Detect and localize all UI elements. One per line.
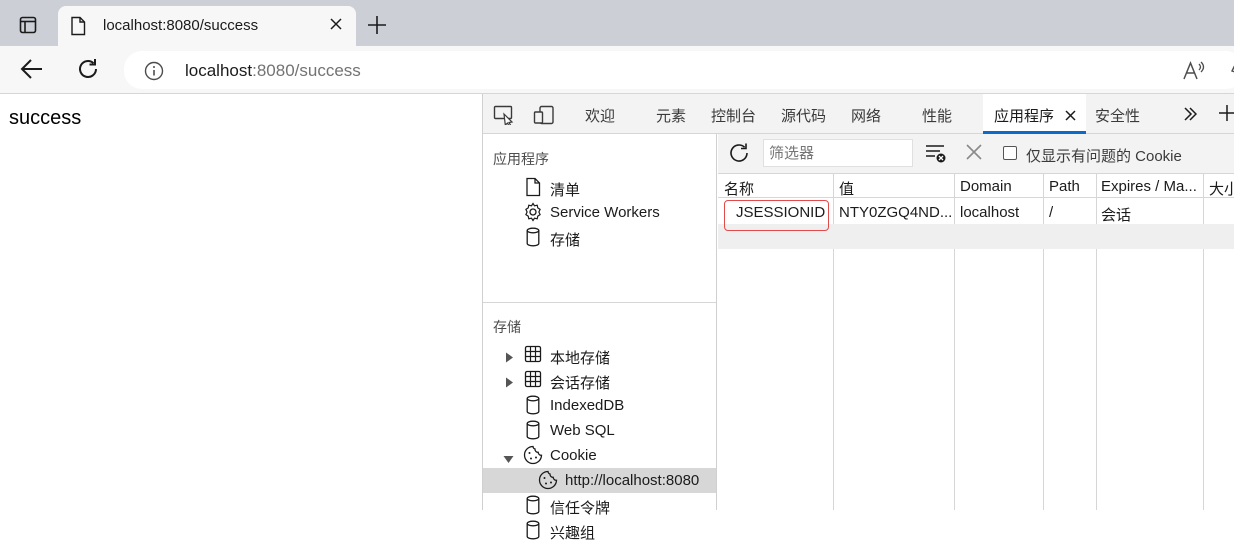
sidebar-item-manifest[interactable]: 清单 [483,175,716,200]
grid-icon [524,370,542,393]
url-field[interactable]: localhost:8080/success [124,51,1234,89]
sidebar-item-label: Service Workers [550,204,660,221]
cell-value: NTY0ZGQ4ND... [839,204,951,221]
sidebar-item-session-storage[interactable]: 会话存储 [483,368,716,393]
sidebar-item-label: IndexedDB [550,397,625,414]
gear-icon [523,202,543,227]
sidebar-item-storage[interactable]: 存储 [483,225,716,250]
devtools-toolbar: 欢迎 元素 控制台 源代码 网络 性能 应用程序 安全性 [483,94,1234,134]
tab-performance[interactable]: 性能 [922,105,952,126]
database-icon [526,227,540,252]
sidebar-item-label: 存储 [550,232,581,249]
highlight-annotation [724,200,829,231]
plus-icon[interactable] [1218,104,1234,127]
device-icon[interactable] [533,105,555,130]
sidebar-item-label: 本地存储 [550,350,611,367]
tab-application[interactable]: 应用程序 [994,105,1054,126]
sidebar-item-cookie[interactable]: Cookie [483,443,716,468]
sidebar-item-label: 信任令牌 [550,500,611,517]
column-header-size[interactable]: 大小 [1209,178,1234,199]
sidebar-item-web-sql[interactable]: Web SQL [483,418,716,443]
column-header-path[interactable]: Path [1049,178,1080,195]
sidebar-item-trust-tokens[interactable]: 信任令牌 [483,493,716,518]
plus-icon[interactable] [366,14,388,41]
close-icon[interactable] [1065,108,1076,126]
close-icon[interactable] [965,143,983,166]
sidebar-item-label: http://localhost:8080 [565,472,700,489]
column-header-name[interactable]: 名称 [724,178,754,199]
sidebar-item-cookie-localhost[interactable]: http://localhost:8080 [483,468,716,493]
tab-sources[interactable]: 源代码 [781,105,826,126]
page-icon [70,16,86,41]
tab-welcome[interactable]: 欢迎 [585,105,615,126]
tab-strip: localhost:8080/success [0,0,1234,46]
column-header-expires[interactable]: Expires / Ma... [1101,178,1201,195]
reload-icon[interactable] [76,57,100,86]
sidebar-item-label: Cookie [550,447,597,464]
cell-path: / [1049,204,1054,221]
browser-tab[interactable]: localhost:8080/success [58,6,356,46]
sidebar-item-local-storage[interactable]: 本地存储 [483,343,716,368]
info-icon[interactable] [144,61,164,86]
sidebar-item-indexeddb[interactable]: IndexedDB [483,393,716,418]
url-path: :8080/success [252,61,361,80]
cookie-filter-input[interactable] [763,139,913,167]
database-icon [526,495,540,520]
application-sidebar: 应用程序 清单 Service Workers 存储 存储 本地存储 会话存储 … [483,134,717,542]
table-header: 名称 值 Domain Path Expires / Ma... 大小 [718,174,1234,198]
cookie-icon [538,470,558,495]
tab-security[interactable]: 安全性 [1095,105,1140,126]
url-host: localhost [185,61,253,80]
url-text: localhost:8080/success [185,61,361,81]
tab-elements[interactable]: 元素 [656,105,686,126]
tab-title: localhost:8080/success [103,17,259,34]
only-issues-label: 仅显示有问题的 Cookie [1026,148,1182,165]
cookie-icon [523,445,543,470]
cell-expires: 会话 [1101,207,1132,224]
refresh-icon[interactable] [728,142,750,169]
column-header-value[interactable]: 值 [839,178,854,199]
address-bar: localhost:8080/success [0,46,1234,94]
expand-arrow-icon[interactable] [505,350,514,368]
sidebar-item-label: Web SQL [550,422,615,439]
document-icon [525,177,541,202]
devtools-panel: 欢迎 元素 控制台 源代码 网络 性能 应用程序 安全性 应用程序 清单 Ser… [482,94,1234,542]
sidebar-item-label: 兴趣组 [550,525,596,542]
back-arrow-icon[interactable] [20,58,44,85]
sidebar-item-interest-groups[interactable]: 兴趣组 [483,518,716,543]
cookie-panel: 仅显示有问题的 Cookie 名称 值 Domain Path Expires … [718,134,1234,510]
cell-domain: localhost [960,204,1020,221]
collapse-arrow-icon[interactable] [503,451,514,469]
favorite-icon[interactable] [1226,61,1234,86]
tab-console[interactable]: 控制台 [711,105,756,126]
column-header-domain[interactable]: Domain [960,178,1012,195]
expand-arrow-icon[interactable] [505,375,514,393]
sidebar-item-label: 会话存储 [550,375,611,392]
section-title-storage: 存储 [493,319,521,335]
sidebar-divider [483,302,716,303]
sidebar-item-service-workers[interactable]: Service Workers [483,200,716,225]
database-icon [526,520,540,545]
database-icon [526,395,540,420]
cookie-toolbar: 仅显示有问题的 Cookie [718,134,1234,174]
page-body-text: success [9,107,82,129]
more-tabs-icon[interactable] [1183,107,1198,126]
close-icon[interactable] [329,17,343,36]
tab-network[interactable]: 网络 [851,105,881,126]
inspect-icon[interactable] [493,105,515,130]
section-title-application: 应用程序 [493,151,549,167]
read-aloud-icon[interactable] [1182,60,1206,87]
grid-icon [524,345,542,368]
database-icon [526,420,540,445]
only-issues-checkbox[interactable] [1003,146,1017,160]
clear-filter-icon[interactable] [924,143,948,168]
tab-actions-icon[interactable] [10,10,46,40]
sidebar-item-label: 清单 [550,182,581,199]
